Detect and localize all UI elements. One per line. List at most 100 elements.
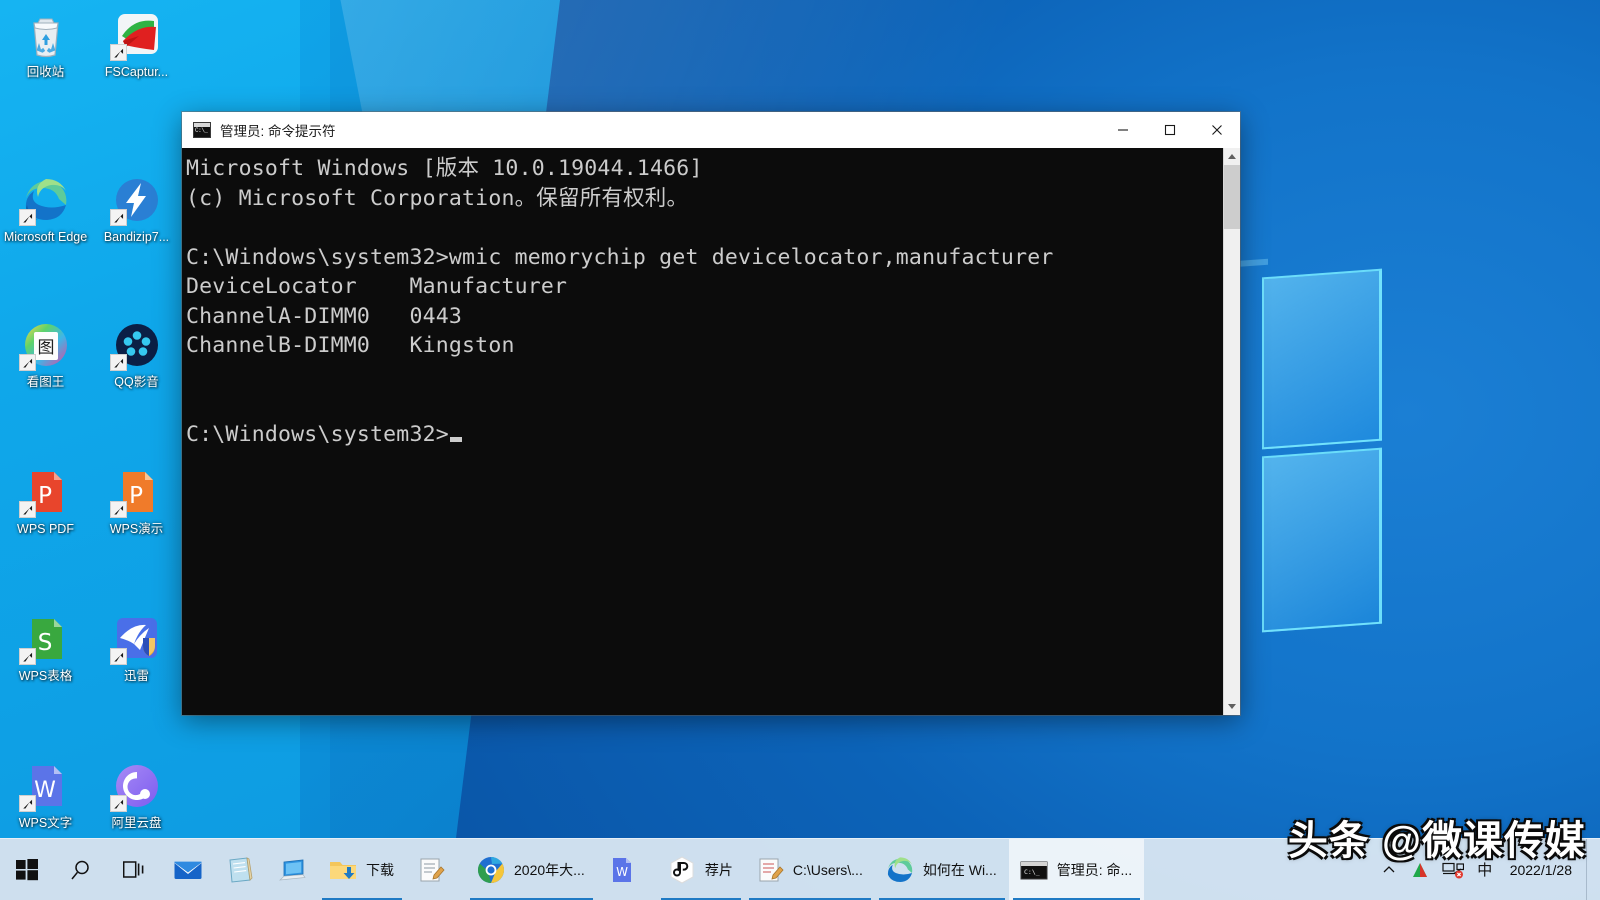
taskbar-task-label: 荐片: [705, 860, 733, 880]
shortcut-overlay-icon: [19, 795, 36, 812]
scroll-down-arrow[interactable]: [1224, 698, 1240, 715]
desktop-icon-label: Microsoft Edge: [2, 230, 89, 244]
taskbar-task-edge[interactable]: 如何在 Wi...: [875, 839, 1009, 900]
desktop-icon-bandizip[interactable]: Bandizip7...: [91, 169, 182, 250]
remote-desktop-icon: [277, 855, 307, 885]
desktop[interactable]: 回收站 FSCaptur...: [0, 0, 1600, 900]
shortcut-overlay-icon: [19, 209, 36, 226]
maximize-button[interactable]: [1146, 112, 1193, 148]
desktop-icon-row: W WPS文字: [0, 755, 182, 836]
desktop-icon-wps-writer[interactable]: W WPS文字: [0, 755, 91, 836]
tray-app-icon[interactable]: [1406, 839, 1436, 900]
clock[interactable]: 2022/1/28: [1502, 839, 1584, 900]
command-prompt-icon: [193, 122, 211, 138]
desktop-icon-row: Microsoft Edge Bandizip7...: [0, 169, 182, 250]
console-line: C:\Windows\system32>wmic memorychip get …: [186, 245, 1054, 270]
taskbar-task-label: 管理员: 命...: [1057, 860, 1132, 880]
scroll-up-arrow[interactable]: [1224, 148, 1240, 165]
taskbar-item-onenote[interactable]: [214, 839, 266, 900]
desktop-icon-label: 阿里云盘: [109, 816, 163, 830]
desktop-icon-wps-spreadsheet[interactable]: S WPS表格: [0, 608, 91, 689]
clock-date: 2022/1/28: [1510, 862, 1572, 878]
jianpian-icon: [667, 855, 697, 885]
downloads-folder-icon: [328, 855, 358, 885]
minimize-button[interactable]: [1099, 112, 1146, 148]
desktop-icon-row: P WPS PDF P WPS演示: [0, 461, 182, 542]
desktop-icon-wps-presentation[interactable]: P WPS演示: [91, 461, 182, 542]
task-view-icon: [123, 860, 147, 880]
taskbar-item-mail[interactable]: [162, 839, 214, 900]
wps-spreadsheet-icon: S: [21, 614, 71, 664]
system-tray[interactable]: 中 2022/1/28: [1374, 839, 1600, 900]
wps-presentation-icon: P: [112, 467, 162, 517]
task-view-button[interactable]: [108, 839, 162, 900]
console-output[interactable]: Microsoft Windows [版本 10.0.19044.1466] (…: [182, 148, 1223, 715]
svg-text:P: P: [38, 483, 52, 509]
scrollbar-thumb[interactable]: [1224, 165, 1240, 229]
desktop-icon-row: S WPS表格: [0, 608, 182, 689]
wps-pdf-icon: P: [21, 467, 71, 517]
console-line: DeviceLocator Manufacturer: [186, 274, 567, 299]
desktop-icon-xunlei[interactable]: 迅雷: [91, 608, 182, 689]
taskbar-task-command-prompt[interactable]: C:\_ 管理员: 命...: [1009, 839, 1144, 900]
console-body[interactable]: Microsoft Windows [版本 10.0.19044.1466] (…: [182, 148, 1240, 715]
taskbar-task-jianpian[interactable]: 荐片: [657, 839, 745, 900]
shortcut-overlay-icon: [110, 501, 127, 518]
recycle-bin-icon: [21, 10, 71, 60]
wps-writer-icon: W: [21, 761, 71, 811]
taskbar-task-notepad-1[interactable]: [406, 839, 466, 900]
svg-text:C:\_: C:\_: [1024, 868, 1040, 876]
faststone-capture-icon: [112, 10, 162, 60]
taskbar-task-notepad-2[interactable]: C:\Users\...: [745, 839, 875, 900]
console-scrollbar[interactable]: [1223, 148, 1240, 715]
kantuwang-icon: 图: [21, 320, 71, 370]
console-line: Microsoft Windows [版本 10.0.19044.1466]: [186, 156, 703, 181]
windows-logo-pane-top: [1262, 269, 1382, 450]
desktop-icon-kantuwang[interactable]: 图 看图王: [0, 314, 91, 395]
onenote-icon: [225, 855, 255, 885]
taskbar-task-chrome[interactable]: 2020年大...: [466, 839, 597, 900]
desktop-icon-label: 看图王: [25, 375, 67, 389]
taskbar-item-remote-desktop[interactable]: [266, 839, 318, 900]
shortcut-overlay-icon: [110, 354, 127, 371]
taskbar[interactable]: 下载: [0, 838, 1600, 900]
window-titlebar[interactable]: 管理员: 命令提示符: [182, 112, 1240, 148]
desktop-icon-wps-pdf[interactable]: P WPS PDF: [0, 461, 91, 542]
shortcut-overlay-icon: [19, 354, 36, 371]
shortcut-overlay-icon: [110, 648, 127, 665]
start-button[interactable]: [0, 839, 54, 900]
console-line: ChannelA-DIMM0 0443: [186, 304, 462, 329]
console-cursor: [450, 437, 462, 442]
search-button[interactable]: [54, 839, 108, 900]
window-controls: [1099, 112, 1240, 148]
shortcut-overlay-icon: [19, 501, 36, 518]
desktop-icon-label: WPS PDF: [15, 522, 76, 536]
show-hidden-icons-chevron-icon[interactable]: [1374, 839, 1404, 900]
taskbar-task-label: 2020年大...: [514, 860, 585, 880]
show-desktop-button[interactable]: [1586, 839, 1594, 900]
close-button[interactable]: [1193, 112, 1240, 148]
window-title: 管理员: 命令提示符: [220, 120, 336, 140]
svg-text:W: W: [34, 778, 56, 803]
desktop-icon-microsoft-edge[interactable]: Microsoft Edge: [0, 169, 91, 250]
shortcut-overlay-icon: [110, 795, 127, 812]
taskbar-task-wps-writer[interactable]: W: [597, 839, 657, 900]
desktop-icon-aliyun-drive[interactable]: 阿里云盘: [91, 755, 182, 836]
desktop-icon-label: 回收站: [25, 65, 67, 79]
input-method-icon[interactable]: 中: [1470, 839, 1500, 900]
desktop-icon-recycle-bin[interactable]: 回收站: [0, 4, 91, 85]
taskbar-task-label: C:\Users\...: [793, 862, 863, 878]
thunder-xunlei-icon: [112, 614, 162, 664]
taskbar-task-label: 如何在 Wi...: [923, 860, 997, 880]
taskbar-task-label: 下载: [366, 860, 394, 880]
desktop-icon-label: WPS演示: [108, 522, 165, 536]
desktop-icon-fscapture[interactable]: FSCaptur...: [91, 4, 182, 85]
command-prompt-window[interactable]: 管理员: 命令提示符 Microsoft Windows [版本 10.0.19…: [182, 112, 1240, 715]
ime-chinese-label: 中: [1477, 859, 1492, 880]
desktop-icon-qq-player[interactable]: QQ影音: [91, 314, 182, 395]
taskbar-task-downloads[interactable]: 下载: [318, 839, 406, 900]
scrollbar-track[interactable]: [1224, 165, 1240, 698]
network-disconnected-icon[interactable]: [1438, 839, 1468, 900]
desktop-icon-label: Bandizip7...: [102, 230, 171, 244]
desktop-icon-label: QQ影音: [112, 375, 160, 389]
